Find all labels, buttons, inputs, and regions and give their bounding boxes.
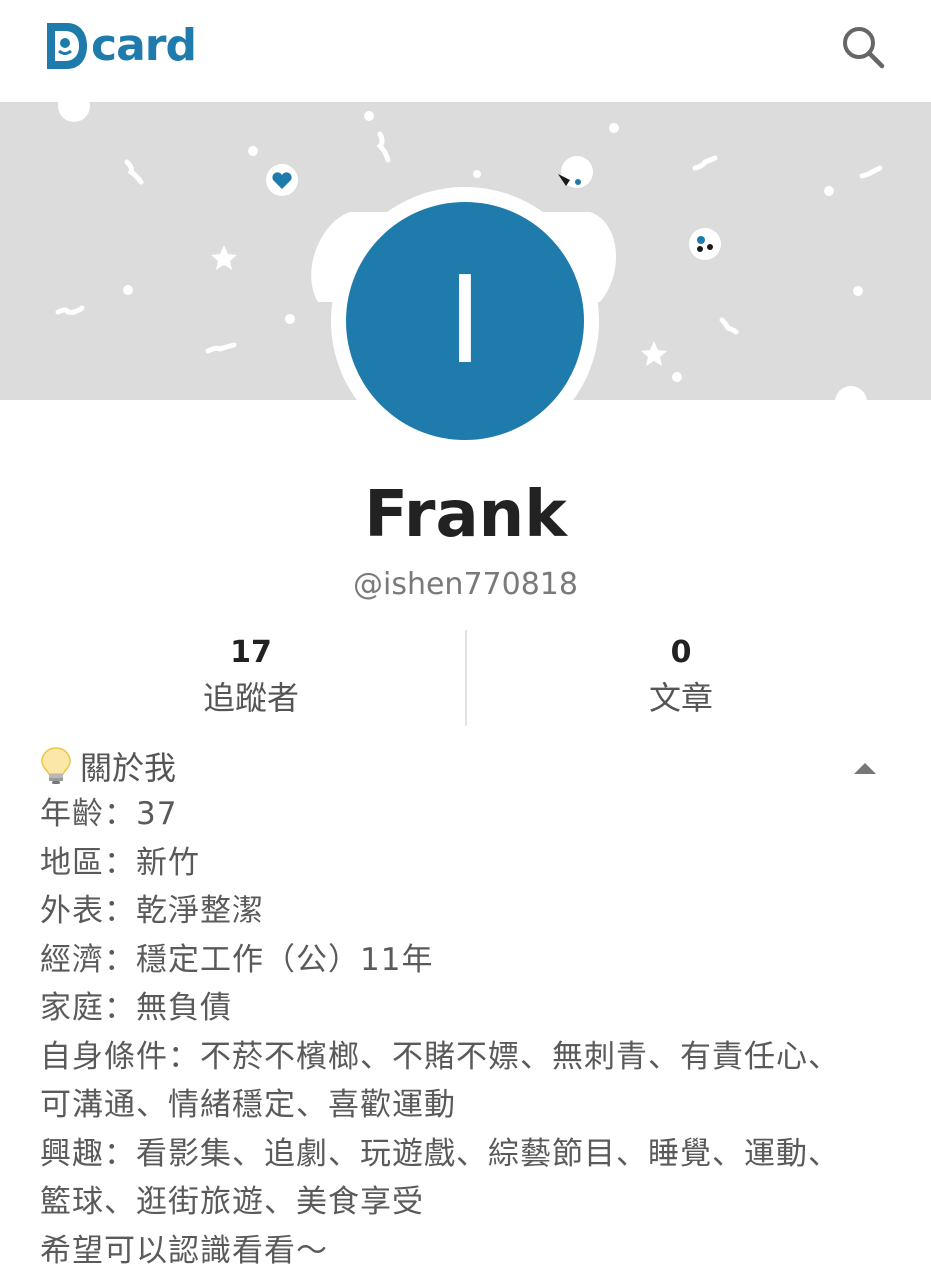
about-header[interactable]: 關於我 xyxy=(40,742,900,790)
top-bar: card xyxy=(0,0,931,102)
about-line-hope: 希望可以認識看看～ xyxy=(40,1232,328,1269)
about-line-appearance: 外表：乾淨整潔 xyxy=(40,893,264,929)
profile-stats: 17 追蹤者 0 文章 xyxy=(36,630,896,726)
posts-count: 0 xyxy=(670,635,692,670)
followers-stat[interactable]: 17 追蹤者 xyxy=(36,630,466,726)
profile-page: card I Frank @ishen770818 17 追蹤者 0 文章 關於… xyxy=(0,0,931,1280)
dcard-logo[interactable]: card xyxy=(45,20,197,72)
posts-label: 文章 xyxy=(648,679,713,717)
about-section: 關於我 年齡：37 地區：新竹 外表：乾淨整潔 經濟：穩定工作（公）11年 家庭… xyxy=(40,742,900,1275)
logo-text: card xyxy=(91,20,197,71)
about-line-region: 地區：新竹 xyxy=(40,844,200,881)
posts-stat[interactable]: 0 文章 xyxy=(466,630,896,726)
lightbulb-icon xyxy=(41,747,71,784)
dcard-logo-icon xyxy=(47,23,87,69)
profile-name: Frank xyxy=(364,478,567,552)
about-line-conditions: 自身條件：不菸不檳榔、不賭不嫖、無刺青、有責任心、可溝通、情緒穩定、喜歡運動 xyxy=(40,1038,840,1124)
followers-label: 追蹤者 xyxy=(202,679,299,717)
about-title: 關於我 xyxy=(80,749,177,787)
about-line-age: 年齡：37 xyxy=(40,796,178,832)
avatar[interactable]: I xyxy=(331,187,599,455)
about-content: 年齡：37 地區：新竹 外表：乾淨整潔 經濟：穩定工作（公）11年 家庭：無負債… xyxy=(40,790,900,1275)
about-line-interests: 興趣：看影集、追劇、玩遊戲、綜藝節目、睡覺、運動、籃球、逛街旅遊、美食享受 xyxy=(40,1135,840,1221)
profile-handle: @ishen770818 xyxy=(353,567,578,602)
search-icon xyxy=(843,27,885,69)
followers-count: 17 xyxy=(230,635,272,670)
about-line-economy: 經濟：穩定工作（公）11年 xyxy=(40,941,434,978)
chevron-up-icon[interactable] xyxy=(852,758,878,778)
avatar-initial: I xyxy=(346,202,584,440)
search-button[interactable] xyxy=(838,22,888,72)
about-line-family: 家庭：無負債 xyxy=(40,990,232,1026)
